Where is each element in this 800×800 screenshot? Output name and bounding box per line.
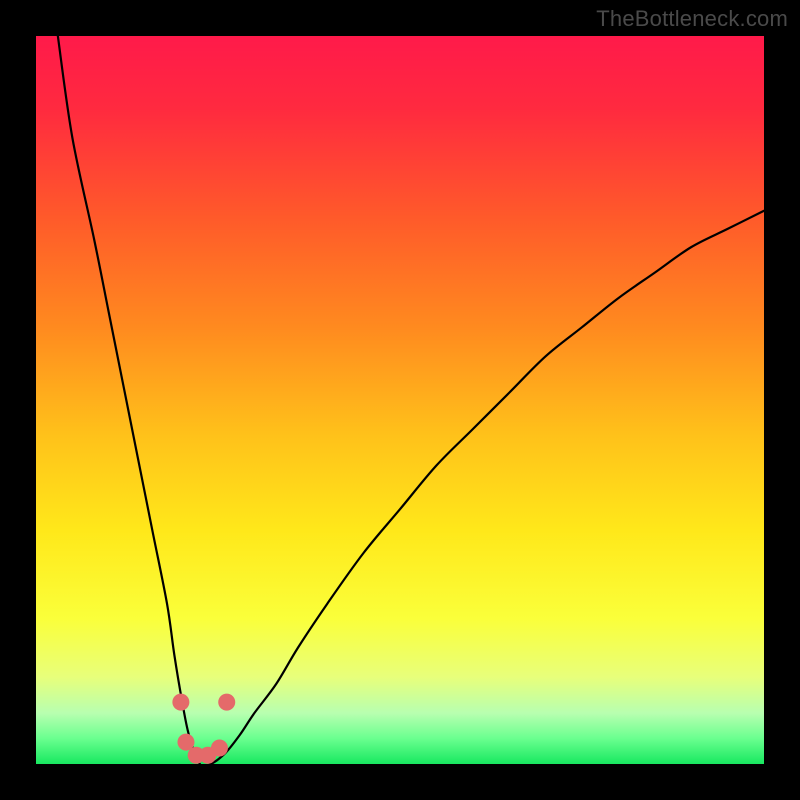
curve-layer bbox=[36, 36, 764, 764]
plot-area bbox=[36, 36, 764, 764]
curve-markers bbox=[172, 694, 235, 764]
curve-marker bbox=[211, 739, 228, 756]
curve-marker bbox=[172, 694, 189, 711]
watermark-text: TheBottleneck.com bbox=[596, 6, 788, 32]
curve-marker bbox=[218, 694, 235, 711]
chart-frame: TheBottleneck.com bbox=[0, 0, 800, 800]
bottleneck-curve bbox=[58, 36, 764, 764]
